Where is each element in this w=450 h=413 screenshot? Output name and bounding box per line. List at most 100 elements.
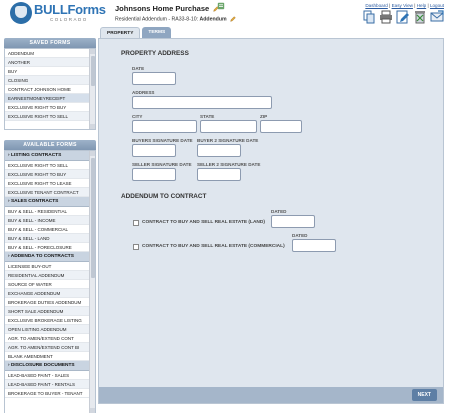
category-addenda-to-contracts[interactable]: › ADDENDA TO CONTRACTS — [5, 252, 95, 262]
available-forms-scrollbar[interactable] — [89, 151, 95, 413]
zip-label: ZIP — [260, 114, 268, 119]
form-item[interactable]: EXCLUSIVE BROKERAGE LISTING — [5, 316, 95, 325]
saved-form-item[interactable]: CONTRACT JOHNSON HOME — [5, 85, 95, 94]
form-item[interactable]: SOURCE OF WATER — [5, 280, 95, 289]
document-form-code: Residential Addendum - RA33-8-10: — [115, 16, 199, 23]
saved-form-item[interactable]: BUY — [5, 67, 95, 76]
saved-forms-header: SAVED FORMS — [4, 38, 96, 48]
form-item[interactable]: EXCLUSIVE RIGHT TO LEASE — [5, 179, 95, 188]
saved-forms-scrollbar[interactable] — [89, 49, 95, 129]
logout-link[interactable]: Logout — [430, 3, 444, 8]
buyer2-signature-date-label: BUYER 2 SIGNATURE DATE — [197, 138, 259, 143]
form-item[interactable]: BUY & SELL - LAND — [5, 234, 95, 243]
form-item[interactable]: AGR. TO AMEN/EXTEND CONT BI — [5, 343, 95, 352]
commercial-contract-label: CONTRACT TO BUY AND SELL REAL ESTATE (CO… — [142, 244, 285, 249]
saved-form-item[interactable]: ADDENDUM — [5, 49, 95, 58]
edit-icon[interactable] — [396, 10, 410, 24]
form-tabs: PROPERTY TERMS — [100, 27, 172, 38]
form-item[interactable]: BUY & SELL - RESIDENTIAL — [5, 207, 95, 216]
available-forms-header: AVAILABLE FORMS — [4, 140, 96, 150]
saved-form-item[interactable]: ANOTHER — [5, 58, 95, 67]
app-header: BULLForms COLORADO Johnsons Home Purchas… — [0, 0, 450, 26]
form-item[interactable]: BROKERAGE DUTIES ADDENDUM — [5, 298, 95, 307]
saved-form-item[interactable]: EXCLUSIVE RIGHT TO BUY — [5, 103, 95, 112]
separator: | — [427, 3, 429, 8]
copy-icon[interactable] — [362, 10, 376, 24]
document-title-text: Johnsons Home Purchase — [115, 4, 210, 13]
sidebar: SAVED FORMS ADDENDUM ANOTHER BUY CLOSING… — [4, 38, 96, 413]
saved-form-item[interactable]: EXCLUSIVE RIGHT TO SELL — [5, 112, 95, 121]
bullforms-logo[interactable]: BULLForms COLORADO — [10, 2, 106, 24]
category-label: ADDENDA TO CONTRACTS — [10, 254, 74, 259]
form-footer: NEXT — [99, 387, 443, 403]
easy-view-link[interactable]: Easy View — [392, 3, 413, 8]
addendum-to-contract-heading: ADDENDUM TO CONTRACT — [121, 193, 207, 200]
land-dated-input[interactable] — [271, 215, 315, 228]
form-item[interactable]: LICENSEE BUY-OUT — [5, 262, 95, 271]
document-title: Johnsons Home Purchase — [115, 4, 219, 13]
city-input[interactable] — [132, 120, 197, 133]
buyers-signature-date-input[interactable] — [132, 144, 176, 157]
land-contract-label: CONTRACT TO BUY AND SELL REAL ESTATE (LA… — [142, 220, 265, 225]
seller-signature-date-input[interactable] — [132, 168, 176, 181]
category-label: LISTING CONTRACTS — [10, 153, 62, 158]
scroll-down-arrow[interactable] — [90, 124, 95, 129]
saved-form-item[interactable]: CLOSING — [5, 76, 95, 85]
category-listing-contracts[interactable]: › LISTING CONTRACTS — [5, 151, 95, 161]
form-item[interactable]: EXCLUSIVE RIGHT TO SELL — [5, 161, 95, 170]
saved-forms-list: ADDENDUM ANOTHER BUY CLOSING CONTRACT JO… — [4, 48, 96, 130]
next-button[interactable]: NEXT — [411, 389, 437, 401]
bull-logo-icon — [10, 2, 32, 24]
form-item[interactable]: BUY & SELL - FORECLOSURE — [5, 243, 95, 252]
form-item[interactable]: RESIDENTIAL ADDENDUM — [5, 271, 95, 280]
form-item[interactable]: AGR. TO AMEN/EXTEND CONT — [5, 334, 95, 343]
form-item[interactable]: SHORT SALE ADDENDUM — [5, 307, 95, 316]
separator: | — [389, 3, 391, 8]
address-input[interactable] — [132, 96, 272, 109]
seller2-signature-date-label: SELLER 2 SIGNATURE DATE — [197, 162, 261, 167]
form-item[interactable]: BUY & SELL - INCOME — [5, 216, 95, 225]
form-item[interactable]: OPEN LISTING ADDENDUM — [5, 325, 95, 334]
edit-form-pencil-icon[interactable] — [230, 16, 236, 22]
brand-tagline: COLORADO — [50, 17, 88, 22]
print-icon[interactable] — [379, 10, 393, 24]
tab-terms[interactable]: TERMS — [142, 27, 172, 38]
help-link[interactable]: Help — [417, 3, 426, 8]
delete-icon[interactable] — [413, 10, 427, 24]
scroll-up-arrow[interactable] — [90, 151, 95, 156]
form-item[interactable]: EXCHANGE ADDENDUM — [5, 289, 95, 298]
brand-name: BULLForms — [34, 2, 106, 17]
document-form-name: Addendum — [199, 16, 227, 23]
scroll-thumb[interactable] — [91, 56, 95, 86]
form-item[interactable]: BROKERAGE TO BUYER - TENANT — [5, 389, 95, 398]
seller-signature-date-label: SELLER SIGNATURE DATE — [132, 162, 192, 167]
zip-input[interactable] — [260, 120, 302, 133]
property-address-heading: PROPERTY ADDRESS — [121, 50, 189, 57]
tab-property[interactable]: PROPERTY — [100, 27, 141, 38]
scroll-up-arrow[interactable] — [90, 49, 95, 54]
available-forms-list: › LISTING CONTRACTS EXCLUSIVE RIGHT TO S… — [4, 150, 96, 413]
category-label: SALES CONTRACTS — [10, 199, 59, 204]
category-sales-contracts[interactable]: › SALES CONTRACTS — [5, 197, 95, 207]
buyer2-signature-date-input[interactable] — [197, 144, 241, 157]
form-item[interactable]: LEAD-BASED PAINT - RENTALS — [5, 380, 95, 389]
scroll-down-arrow[interactable] — [90, 408, 95, 413]
seller2-signature-date-input[interactable] — [197, 168, 241, 181]
form-item[interactable]: EXCLUSIVE RIGHT TO BUY — [5, 170, 95, 179]
form-item[interactable]: BUY & SELL - COMMERCIAL — [5, 225, 95, 234]
form-item[interactable]: BLANK AMENDMENT — [5, 352, 95, 361]
scroll-thumb[interactable] — [91, 158, 95, 278]
email-icon[interactable] — [430, 10, 444, 24]
date-input[interactable] — [132, 72, 176, 85]
saved-form-item[interactable]: EARNESTMONEYRECEIPT — [5, 94, 95, 103]
commercial-contract-checkbox[interactable] — [133, 244, 139, 250]
commercial-dated-input[interactable] — [292, 239, 336, 252]
city-label: CITY — [132, 114, 143, 119]
dashboard-link[interactable]: Dashboard — [365, 3, 387, 8]
land-contract-checkbox[interactable] — [133, 220, 139, 226]
document-status-icon[interactable] — [217, 2, 225, 10]
form-item[interactable]: LEAD-BASED PAINT - SALES — [5, 371, 95, 380]
category-disclosure-documents[interactable]: › DISCLOSURE DOCUMENTS — [5, 361, 95, 371]
state-input[interactable] — [200, 120, 257, 133]
form-item[interactable]: EXCLUSIVE TENANT CONTRACT — [5, 188, 95, 197]
